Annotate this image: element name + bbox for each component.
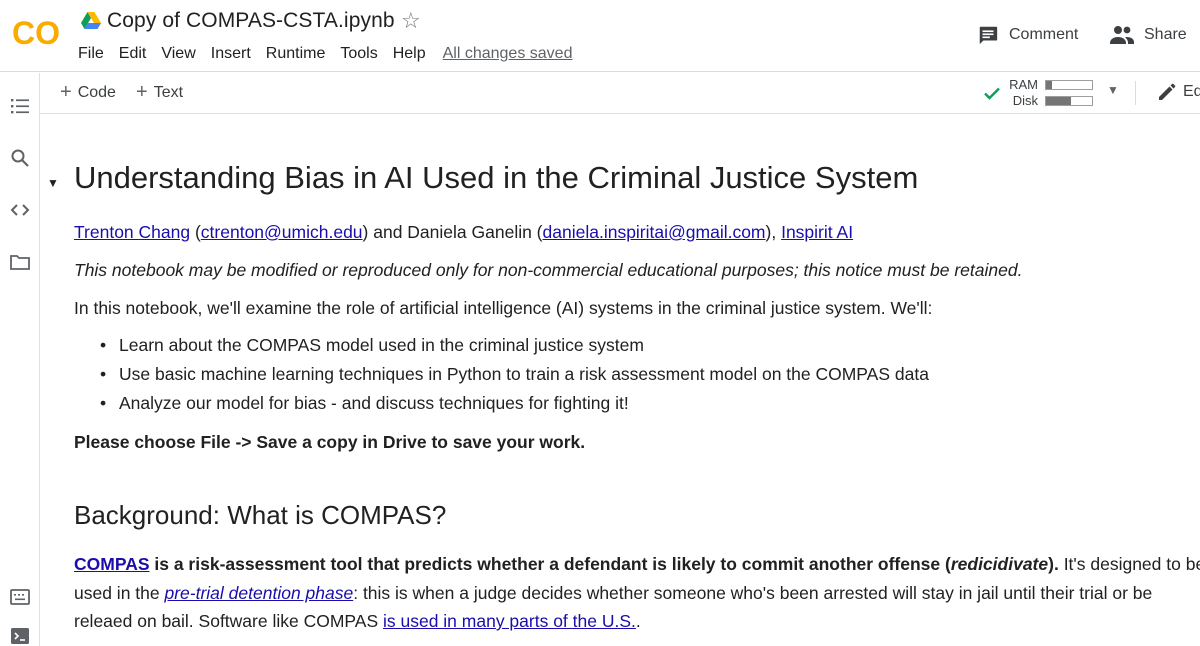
author-link-trenton[interactable]: Trenton Chang: [74, 222, 190, 242]
chevron-down-icon[interactable]: ▼: [1107, 83, 1119, 97]
list-item: Learn about the COMPAS model used in the…: [100, 335, 929, 364]
command-palette-icon[interactable]: [9, 586, 31, 608]
code-snippets-icon[interactable]: [9, 199, 31, 221]
list-item: Analyze our model for bias - and discuss…: [100, 393, 929, 422]
ram-usage-bar: [1045, 80, 1093, 90]
comment-label: Comment: [1009, 26, 1079, 43]
menu-edit[interactable]: Edit: [119, 45, 147, 63]
star-icon[interactable]: ☆: [401, 8, 421, 34]
add-code-button[interactable]: + Code: [60, 81, 116, 103]
disk-usage-bar: [1045, 96, 1093, 106]
ram-label: RAM: [1009, 77, 1038, 92]
left-sidebar: [0, 73, 40, 646]
background-line-3: releaed on bail. Software like COMPAS is…: [74, 611, 641, 631]
save-status[interactable]: All changes saved: [443, 45, 573, 63]
toolbar-divider: [1135, 81, 1136, 105]
edit-button[interactable]: Ed: [1157, 82, 1200, 102]
notebook-heading: Understanding Bias in AI Used in the Cri…: [74, 160, 919, 195]
share-button[interactable]: Share: [1110, 24, 1187, 46]
email-link-trenton[interactable]: ctrenton@umich.edu: [201, 222, 363, 242]
objectives-list: Learn about the COMPAS model used in the…: [100, 335, 929, 422]
list-item: Use basic machine learning techniques in…: [100, 364, 929, 393]
intro-paragraph: In this notebook, we'll examine the role…: [74, 298, 933, 318]
notebook-title[interactable]: Copy of COMPAS-CSTA.ipynb: [107, 9, 395, 33]
background-line-1: COMPAS is a risk-assessment tool that pr…: [74, 554, 1200, 574]
compas-link[interactable]: COMPAS: [74, 554, 150, 574]
menu-help[interactable]: Help: [393, 45, 426, 63]
menu-bar: File Edit View Insert Runtime Tools Help…: [78, 45, 572, 63]
resource-labels[interactable]: RAM Disk: [1008, 77, 1038, 109]
connected-check-icon: [984, 87, 1000, 100]
plus-icon: +: [136, 81, 148, 103]
comment-button[interactable]: Comment: [977, 24, 1078, 46]
terminal-icon[interactable]: [9, 625, 31, 646]
background-heading: Background: What is COMPAS?: [74, 500, 447, 530]
authors-line: Trenton Chang (ctrenton@umich.edu) and D…: [74, 222, 854, 242]
disk-label: Disk: [1012, 93, 1038, 108]
background-line-2: used in the pre-trial detention phase: t…: [74, 583, 1153, 603]
google-drive-icon: [81, 12, 101, 29]
menu-tools[interactable]: Tools: [340, 45, 377, 63]
add-text-button[interactable]: + Text: [136, 81, 184, 103]
pencil-icon: [1159, 83, 1176, 100]
plus-icon: +: [60, 81, 72, 103]
save-instruction: Please choose File -> Save a copy in Dri…: [74, 432, 586, 452]
notebook-toolbar: + Code + Text RAM Disk ▼ Ed: [40, 73, 1200, 114]
people-icon: [1110, 26, 1134, 44]
menu-view[interactable]: View: [161, 45, 195, 63]
add-text-label: Text: [153, 84, 184, 101]
menu-file[interactable]: File: [78, 45, 104, 63]
menu-runtime[interactable]: Runtime: [266, 45, 326, 63]
pretrial-detention-link[interactable]: pre-trial detention phase: [164, 583, 353, 603]
table-of-contents-icon[interactable]: [9, 95, 31, 117]
comment-icon: [979, 26, 998, 45]
inspirit-ai-link[interactable]: Inspirit AI: [781, 222, 853, 242]
email-link-daniela[interactable]: daniela.inspiritai@gmail.com: [543, 222, 766, 242]
disk-usage-fill: [1046, 97, 1072, 105]
edit-label: Ed: [1183, 83, 1200, 100]
menu-insert[interactable]: Insert: [211, 45, 251, 63]
collapse-section-icon[interactable]: ▼: [47, 176, 59, 190]
notebook-content: ▼ Understanding Bias in AI Used in the C…: [41, 114, 1200, 646]
colab-logo[interactable]: CO: [12, 14, 62, 50]
add-code-label: Code: [77, 84, 116, 101]
share-label: Share: [1144, 26, 1187, 43]
folder-icon[interactable]: [9, 251, 31, 273]
compas-usage-link[interactable]: is used in many parts of the U.S.: [383, 611, 636, 631]
ram-usage-fill: [1046, 81, 1052, 89]
usage-notice: This notebook may be modified or reprodu…: [74, 260, 1023, 280]
search-icon[interactable]: [9, 147, 31, 169]
resource-meters[interactable]: [1045, 80, 1093, 112]
app-header: CO Copy of COMPAS-CSTA.ipynb ☆ File Edit…: [0, 0, 1200, 72]
svg-text:CO: CO: [12, 15, 60, 50]
